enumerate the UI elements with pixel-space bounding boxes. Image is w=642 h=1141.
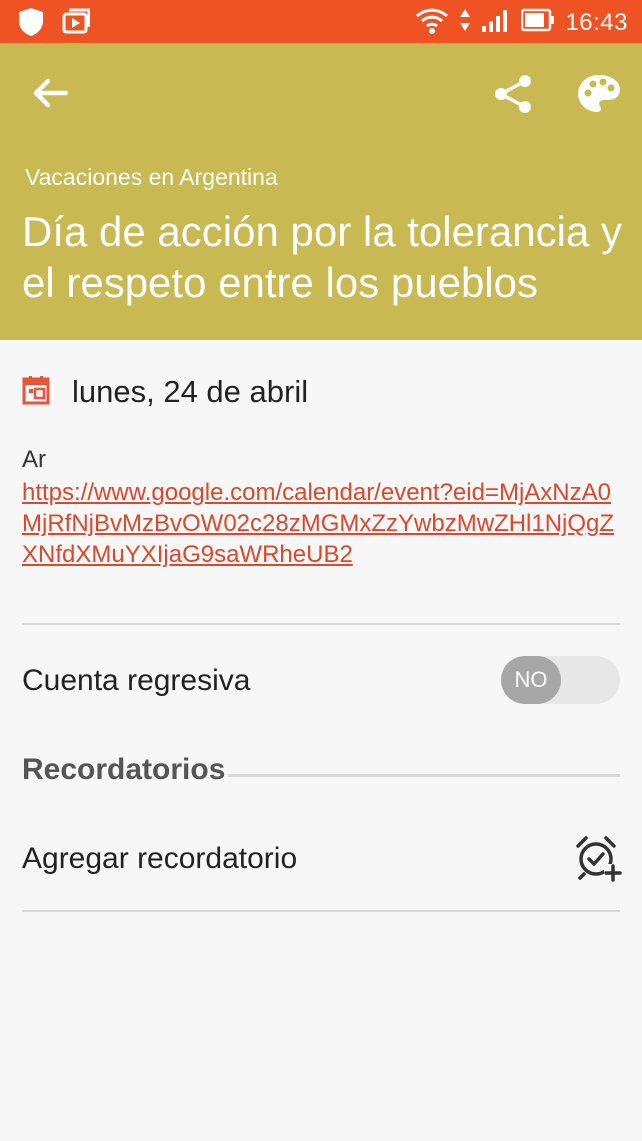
battery-icon <box>521 8 555 37</box>
shield-icon <box>18 7 44 42</box>
add-reminder-button[interactable] <box>574 834 622 882</box>
add-reminder-label[interactable]: Agregar recordatorio <box>22 842 297 876</box>
event-header: Vacaciones en Argentina Día de acción po… <box>0 43 642 340</box>
event-link[interactable]: https://www.google.com/calendar/event?ei… <box>22 477 622 570</box>
event-date-row: lunes, 24 de abril <box>22 374 308 410</box>
alarm-add-icon <box>574 836 622 886</box>
status-bar: 16:43 <box>0 0 642 43</box>
status-time: 16:43 <box>565 8 628 36</box>
event-date: lunes, 24 de abril <box>72 374 309 409</box>
share-icon <box>492 75 534 119</box>
countdown-label: Cuenta regresiva <box>22 664 251 697</box>
event-title: Día de acción por la tolerancia y el res… <box>22 208 622 306</box>
toggle-knob: NO <box>501 656 561 704</box>
divider <box>22 623 620 625</box>
calendar-icon <box>22 375 50 410</box>
event-description: Ar <box>22 446 46 473</box>
wifi-icon <box>415 6 449 39</box>
back-button[interactable] <box>30 73 70 113</box>
countdown-toggle[interactable]: NO <box>501 656 620 704</box>
signal-icon <box>481 7 511 38</box>
share-button[interactable] <box>492 73 534 115</box>
calendar-name: Vacaciones en Argentina <box>25 164 278 190</box>
reminders-section-title: Recordatorios <box>22 753 226 786</box>
media-play-icon <box>62 7 91 42</box>
back-arrow-icon <box>30 78 70 117</box>
divider <box>22 910 620 912</box>
color-palette-button[interactable] <box>576 73 622 115</box>
data-arrows-icon <box>459 7 471 38</box>
palette-icon <box>576 75 622 119</box>
section-divider <box>228 774 620 777</box>
